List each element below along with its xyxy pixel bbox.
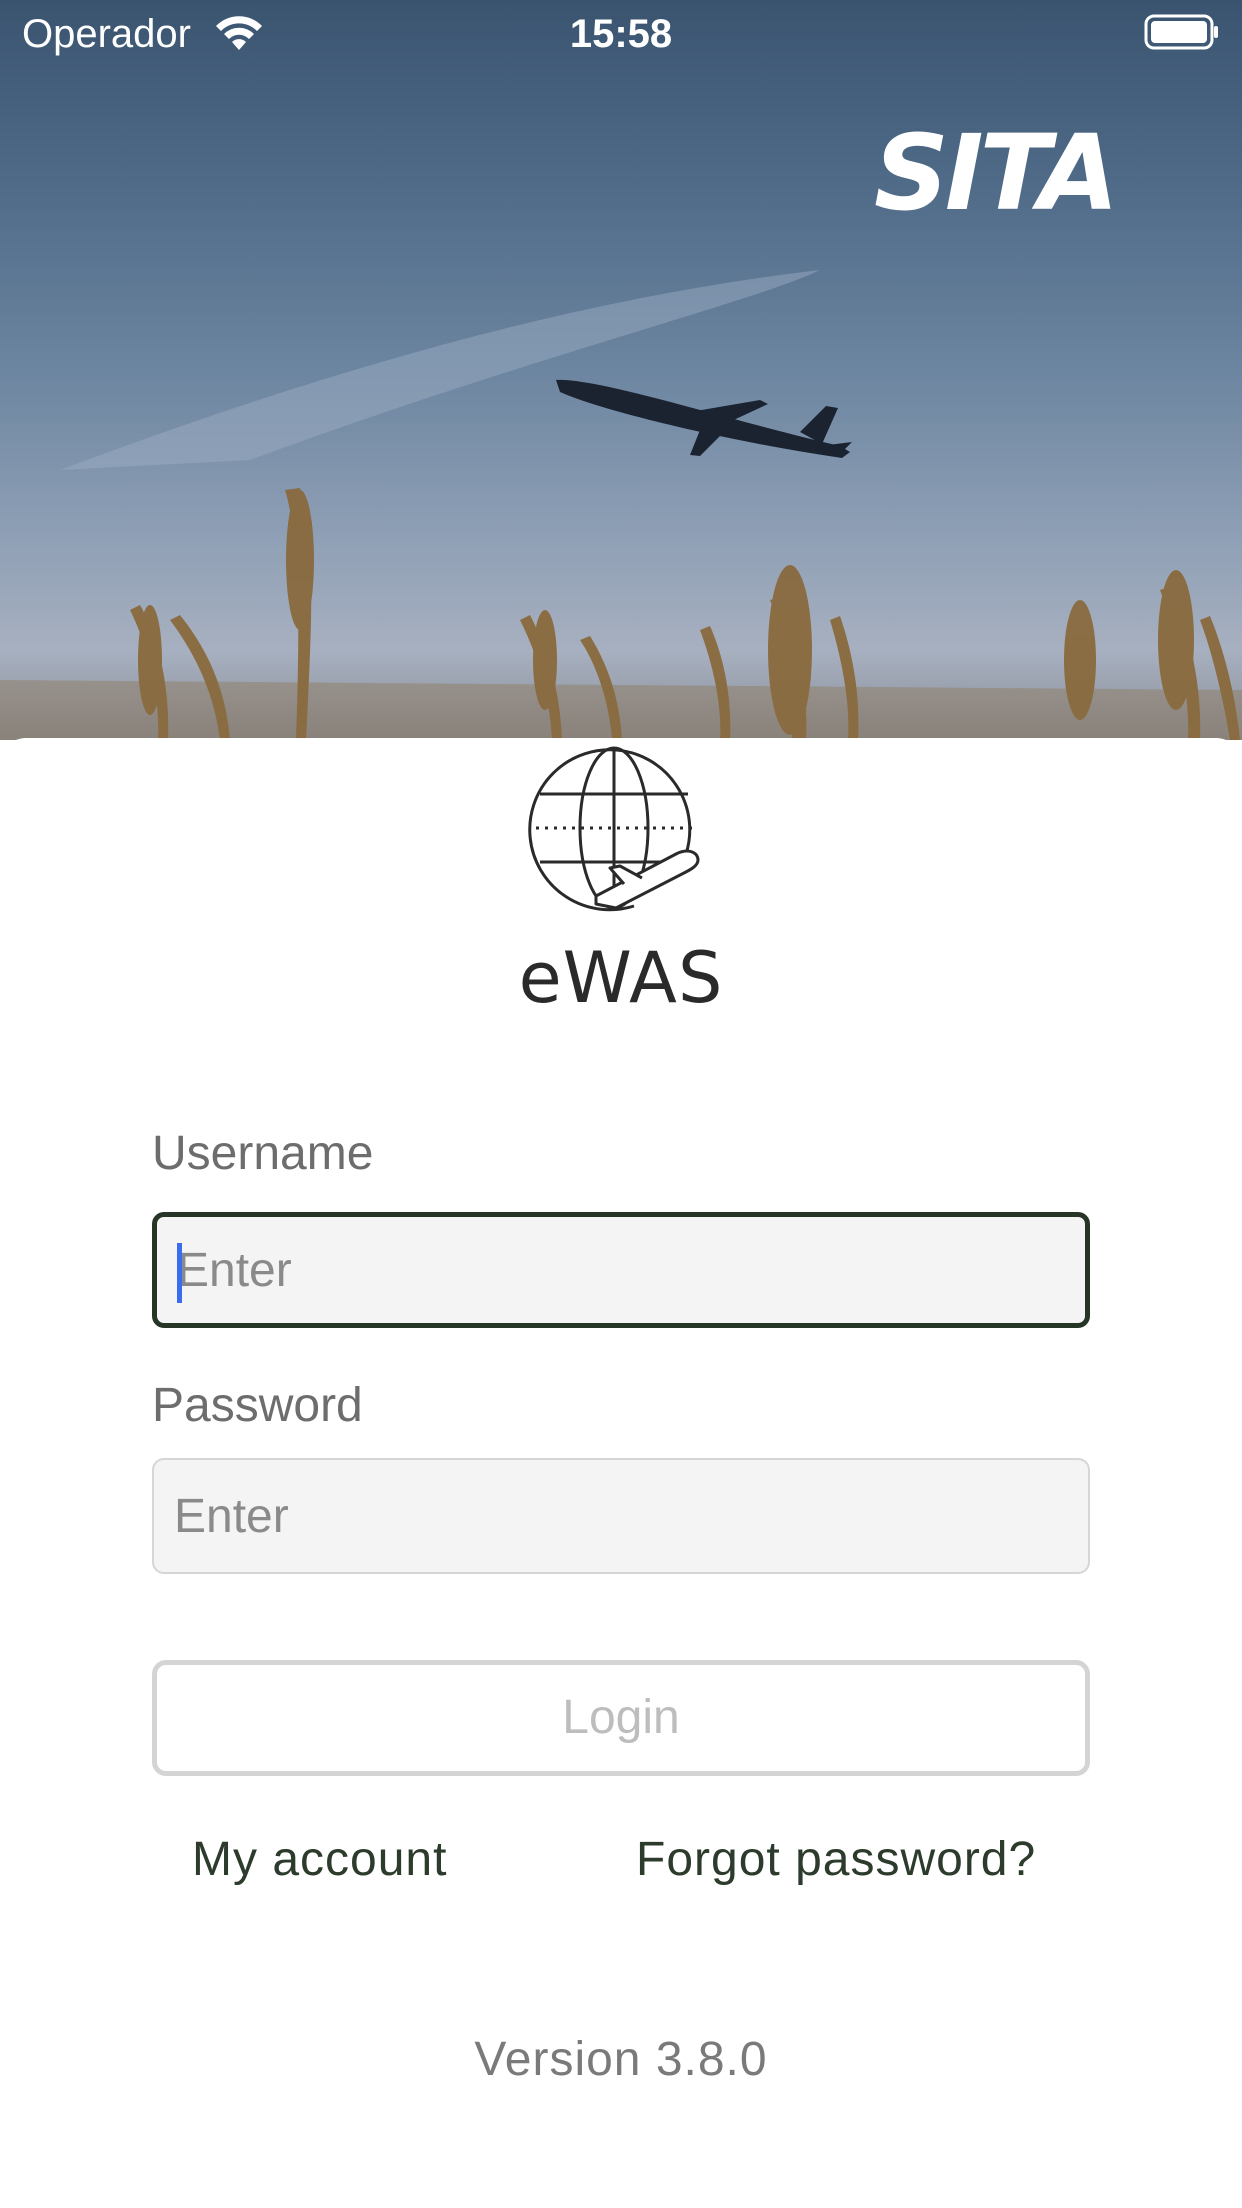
globe-plane-icon [528,746,700,912]
password-field[interactable] [152,1458,1090,1574]
forgot-password-link[interactable]: Forgot password? [636,1830,1036,1890]
login-button[interactable]: Login [152,1660,1090,1776]
hero-image: Operador 15:58 SITA [0,0,1242,740]
app-name: eWAS [518,937,724,1019]
status-time: 15:58 [569,12,673,56]
username-field[interactable] [152,1212,1090,1328]
text-caret [177,1243,182,1303]
airplane-silhouette [556,379,852,458]
battery-icon [1144,14,1218,50]
status-bar: Operador 15:58 [0,0,1242,66]
password-input[interactable] [174,1460,1064,1572]
password-label: Password [152,1379,363,1432]
sita-logo: SITA [874,112,1119,234]
my-account-link[interactable]: My account [192,1830,447,1890]
sky-field-photo [0,270,1242,740]
username-label: Username [152,1127,374,1180]
username-input[interactable] [177,1217,1067,1323]
version-text: Version 3.8.0 [474,2033,768,2086]
